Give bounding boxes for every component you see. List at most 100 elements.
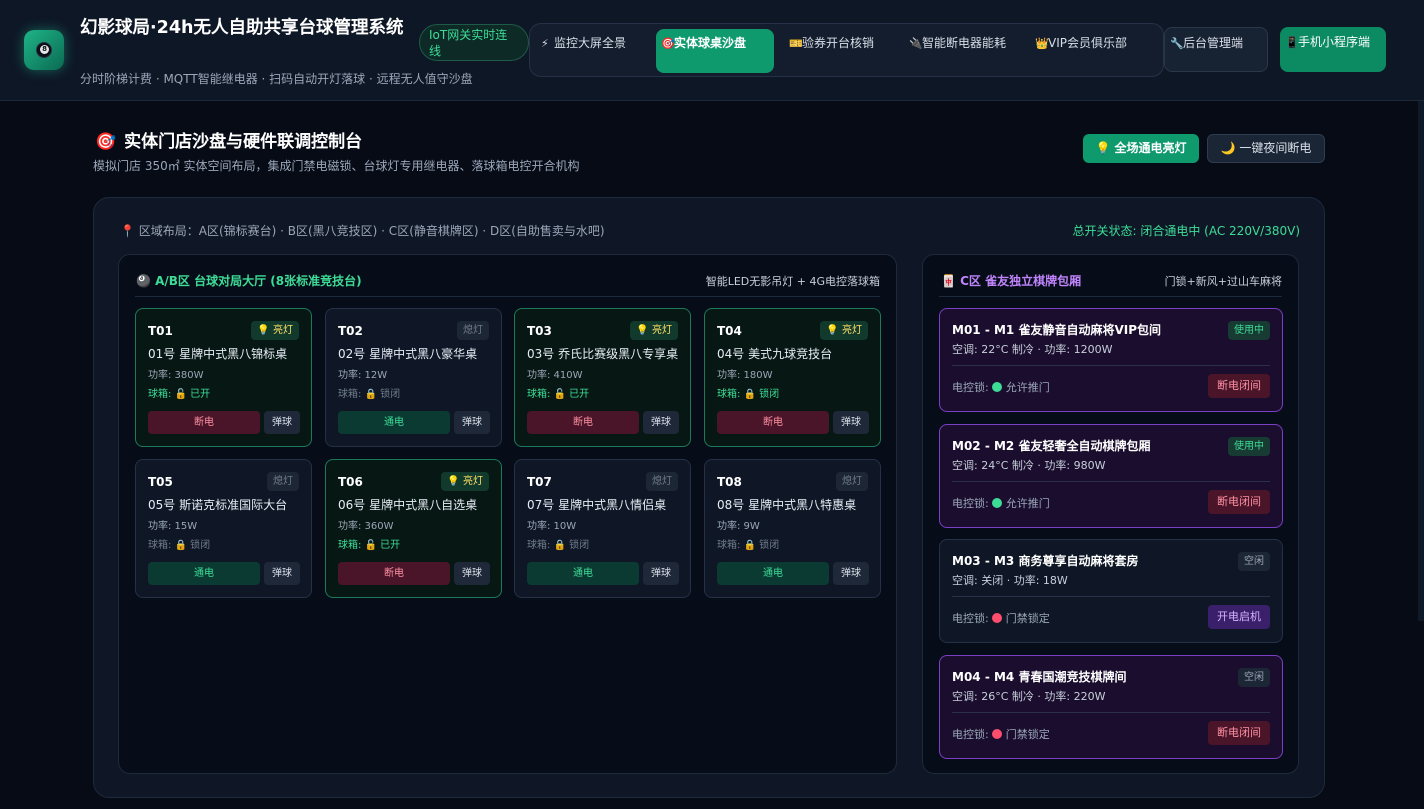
billiard-table-card[interactable]: T06 💡 亮灯 06号 星牌中式黑八自选桌 功率: 360W 球箱: 🔓 已开 断电 弹球 — [325, 459, 502, 598]
table-power: 功率: 15W — [148, 521, 198, 532]
door-lock-status: 电控锁: 门禁锁定 — [952, 726, 1050, 742]
table-name: 04号 美式九球竞技台 — [717, 347, 833, 361]
divider — [135, 296, 880, 297]
table-name: 05号 斯诺克标准国际大台 — [148, 498, 288, 512]
ticket-icon: 🎫 — [789, 37, 803, 50]
table-id: T08 — [717, 475, 742, 489]
eject-ball-button[interactable]: 弹球 — [454, 411, 490, 434]
lightning-icon: ⚡ — [541, 37, 549, 50]
admin-button[interactable]: 🔧 后台管理端 — [1164, 27, 1268, 72]
eject-ball-button[interactable]: 弹球 — [643, 562, 679, 585]
tab-sandbox[interactable]: 🎯 实体球桌沙盘 — [656, 29, 774, 73]
room-status-badge: 空闲 — [1238, 668, 1270, 687]
tab-label: 智能断电器能耗 — [922, 36, 1007, 50]
room-env-info: 空调: 26°C 制冷 · 功率: 220W — [952, 690, 1106, 703]
ball-box-status: 球箱: 🔓 已开 — [338, 540, 401, 551]
table-power: 功率: 9W — [717, 521, 760, 532]
power-off-button[interactable]: 断电 — [717, 411, 829, 434]
eject-ball-button[interactable]: 弹球 — [833, 562, 869, 585]
wrench-icon: 🔧 — [1170, 37, 1184, 50]
mini-program-button[interactable]: 📱 手机小程序端 — [1280, 27, 1386, 72]
light-status-badge: 熄灯 — [646, 472, 678, 491]
eject-ball-button[interactable]: 弹球 — [833, 411, 869, 434]
night-power-off-button[interactable]: 🌙 一键夜间断电 — [1207, 134, 1325, 163]
divider — [952, 365, 1270, 366]
table-power: 功率: 10W — [527, 521, 577, 532]
light-status-badge: 💡 亮灯 — [441, 472, 489, 491]
door-lock-status: 电控锁: 允许推门 — [952, 495, 1050, 511]
power-off-button[interactable]: 断电 — [527, 411, 639, 434]
crown-icon: 👑 — [1035, 37, 1049, 50]
light-status-badge: 💡 亮灯 — [820, 321, 868, 340]
divider — [952, 481, 1270, 482]
eject-ball-button[interactable]: 弹球 — [264, 562, 300, 585]
power-on-button[interactable]: 通电 — [527, 562, 639, 585]
phone-icon: 📱 — [1285, 36, 1299, 49]
locked-dot-icon — [991, 729, 1002, 739]
power-on-button[interactable]: 通电 — [338, 411, 450, 434]
ab-zone-title: 🎱 A/B区 台球对局大厅 (8张标准竞技台) — [136, 274, 362, 288]
billiard-table-card[interactable]: T05 熄灯 05号 斯诺克标准国际大台 功率: 15W 球箱: 🔒 锁闭通电 弹球 — [135, 459, 312, 598]
power-off-button[interactable]: 断电 — [148, 411, 260, 434]
billiard-table-card[interactable]: T07 熄灯 07号 星牌中式黑八情侣桌 功率: 10W 球箱: 🔒 锁闭 通电 弹球 — [514, 459, 691, 598]
admin-button-label: 后台管理端 — [1183, 36, 1244, 50]
tab-voucher[interactable]: 🎫 验券开台核销 — [784, 29, 894, 73]
door-lock-status: 电控锁: 门禁锁定 — [952, 610, 1050, 626]
eject-ball-button[interactable]: 弹球 — [643, 411, 679, 434]
table-name: 02号 星牌中式黑八豪华桌 — [338, 347, 478, 361]
divider — [939, 296, 1282, 297]
light-status-badge: 熄灯 — [836, 472, 868, 491]
room-status-badge: 使用中 — [1228, 321, 1270, 340]
light-status-badge: 熄灯 — [267, 472, 299, 491]
eject-ball-button[interactable]: 弹球 — [264, 411, 300, 434]
table-name: 01号 星牌中式黑八锦标桌 — [148, 347, 288, 361]
tab-monitor[interactable]: ⚡ 监控大屏全景 — [536, 29, 636, 73]
tab-label: 监控大屏全景 — [554, 36, 627, 50]
ball-box-status: 球箱: 🔒 锁闭 — [148, 540, 211, 551]
billiard-table-card[interactable]: T02 熄灯 02号 星牌中式黑八豪华桌 功率: 12W 球箱: 🔒 锁闭 通电 弹球 — [325, 308, 502, 447]
page-scrollbar[interactable] — [1418, 101, 1424, 621]
lock-text: 允许推门 — [1005, 381, 1050, 394]
room-power-off-button[interactable]: 断电闭间 — [1208, 374, 1270, 398]
c-zone-meta: 门锁+新风+过山车麻将 — [1164, 275, 1282, 288]
table-id: T05 — [148, 475, 173, 489]
mahjong-room-card[interactable]: M01 - M1 雀友静音自动麻将VIP包间 使用中 空调: 22°C 制冷 · 功… — [939, 308, 1283, 412]
tab-vip[interactable]: 👑 VIP会员俱乐部 — [1030, 29, 1148, 73]
table-id: T07 — [527, 475, 552, 489]
table-power: 功率: 410W — [527, 370, 583, 381]
room-env-info: 空调: 关闭 · 功率: 18W — [952, 574, 1068, 587]
tab-energy[interactable]: 🔌 智能断电器能耗 — [904, 29, 1022, 73]
room-power-on-button[interactable]: 开电启机 — [1208, 605, 1270, 629]
billiard-table-card[interactable]: T03 💡 亮灯 03号 乔氏比赛级黑八专享桌 功率: 410W 球箱: 🔓 已开 断电弹… — [514, 308, 691, 447]
all-power-on-button[interactable]: 💡 全场通电亮灯 — [1083, 134, 1199, 163]
app-subtitle: 分时阶梯计费 · MQTT智能继电器 · 扫码自动开灯落球 · 远程无人值守沙盘 — [80, 72, 473, 86]
power-on-button[interactable]: 通电 — [717, 562, 829, 585]
billiard-table-card[interactable]: T08 熄灯 08号 星牌中式黑八特惠桌 功率: 9W 球箱: 🔒 锁闭 通电 弹球 — [704, 459, 881, 598]
room-env-info: 空调: 24°C 制冷 · 功率: 980W — [952, 459, 1106, 472]
ab-zone-meta: 智能LED无影吊灯 + 4G电控落球箱 — [705, 275, 880, 288]
table-name: 03号 乔氏比赛级黑八专享桌 — [527, 347, 679, 361]
power-on-button[interactable]: 通电 — [148, 562, 260, 585]
app-title: 幻影球局·24h无人自助共享台球管理系统 — [80, 18, 404, 38]
mahjong-room-card[interactable]: M03 - M3 商务尊享自动麻将套房 空闲 空调: 关闭 · 功率: 18W 电控锁… — [939, 539, 1283, 643]
c-zone-title: 🀄 C区 雀友独立棋牌包厢 — [941, 274, 1082, 288]
eject-ball-button[interactable]: 弹球 — [454, 562, 490, 585]
room-power-off-button[interactable]: 断电闭间 — [1208, 721, 1270, 745]
light-status-badge: 💡 亮灯 — [251, 321, 299, 340]
billiard-table-card[interactable]: T01 💡 亮灯 01号 星牌中式黑八锦标桌 功率: 380W 球箱: 🔓 已开 断电 弹球 — [135, 308, 312, 447]
tab-label: 实体球桌沙盘 — [674, 36, 747, 50]
iot-status-badge: IoT网关实时连线 — [419, 24, 529, 61]
page-title: 🎯 实体门店沙盘与硬件联调控制台 — [95, 127, 362, 152]
room-power-off-button[interactable]: 断电闭间 — [1208, 490, 1270, 514]
mahjong-room-card[interactable]: M04 - M4 青春国潮竞技棋牌间 空闲空调: 26°C 制冷 · 功率: 22… — [939, 655, 1283, 759]
billiard-table-card[interactable]: T04 💡 亮灯 04号 美式九球竞技台 功率: 180W 球箱: 🔒 锁闭 断电 弹球 — [704, 308, 881, 447]
room-title: M01 - M1 雀友静音自动麻将VIP包间 — [952, 323, 1161, 337]
mahjong-room-card[interactable]: M02 - M2 雀友轻奢全自动棋牌包厢 使用中 空调: 24°C 制冷 · 功率:… — [939, 424, 1283, 528]
room-title: M04 - M4 青春国潮竞技棋牌间 — [952, 670, 1127, 684]
power-off-button[interactable]: 断电 — [338, 562, 450, 585]
light-status-badge: 熄灯 — [457, 321, 489, 340]
lock-label: 电控锁: — [952, 497, 989, 510]
mini-program-button-label: 手机小程序端 — [1298, 35, 1371, 49]
door-lock-status: 电控锁: 允许推门 — [952, 379, 1050, 395]
ball-box-status: 球箱: 🔒 锁闭 — [717, 540, 780, 551]
